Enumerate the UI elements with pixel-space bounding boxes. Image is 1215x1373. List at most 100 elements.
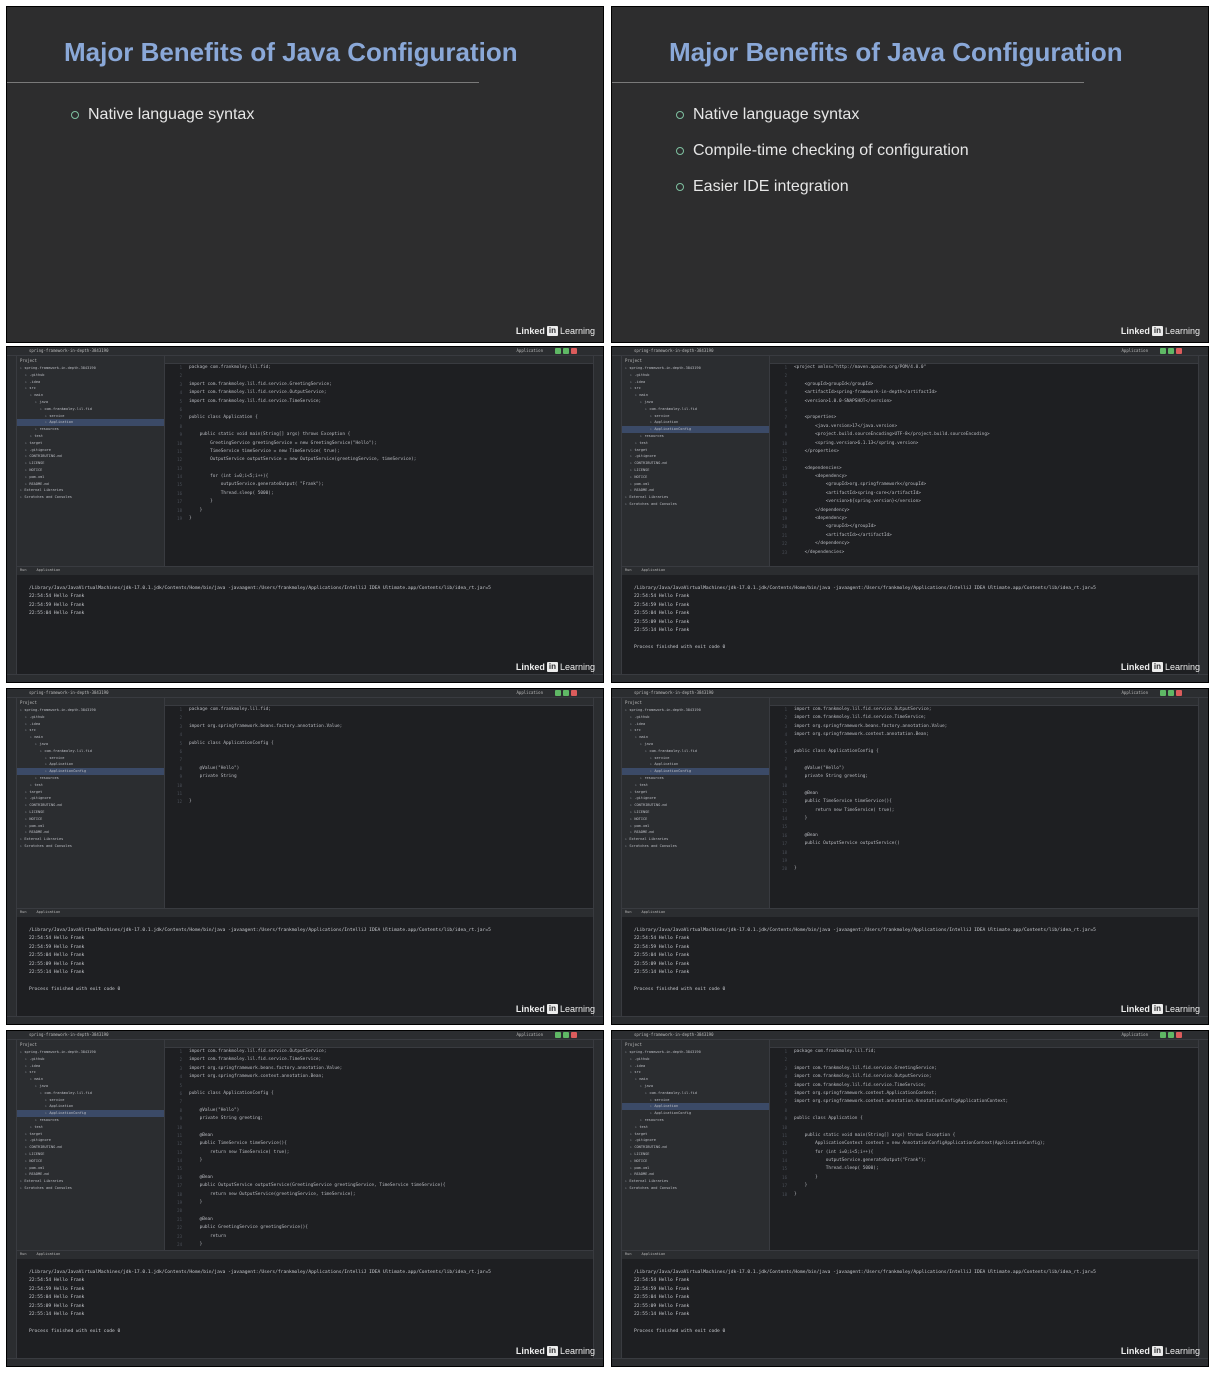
- run-config-selector[interactable]: Application: [517, 690, 544, 695]
- run-button-icon[interactable]: [1160, 348, 1166, 354]
- tree-item[interactable]: ▸ Scratches and Consoles: [17, 1185, 164, 1192]
- tree-item[interactable]: ▸ .idea: [622, 721, 769, 728]
- debug-button-icon[interactable]: [1168, 690, 1174, 696]
- tree-item[interactable]: ▸ target: [17, 440, 164, 447]
- tree-item[interactable]: ▸ README.md: [17, 829, 164, 836]
- tree-item[interactable]: ▸ test: [622, 782, 769, 789]
- tree-item[interactable]: ▸ .idea: [17, 379, 164, 386]
- tree-item[interactable]: ▸ java: [622, 741, 769, 748]
- tree-item[interactable]: ▸ External Libraries: [17, 487, 164, 494]
- tree-item[interactable]: ▸ test: [622, 1124, 769, 1131]
- tree-item[interactable]: ▸ test: [17, 782, 164, 789]
- tree-item[interactable]: ▸ LICENSE: [622, 1151, 769, 1158]
- tree-item[interactable]: ▸ LICENSE: [17, 460, 164, 467]
- code-editor[interactable]: 1 2 3 4 5 6 7 8 9 10 11 12 13 14 15 16 17 18 package com.f…: [770, 1048, 1198, 1250]
- tree-item[interactable]: ▸ com.frankmoley.lil.fid: [17, 748, 164, 755]
- right-tool-strip[interactable]: [1198, 356, 1208, 676]
- tree-item[interactable]: ▸ .idea: [17, 721, 164, 728]
- tree-item[interactable]: ▸ CONTRIBUTING.md: [622, 460, 769, 467]
- tree-item[interactable]: ▸ README.md: [622, 1171, 769, 1178]
- tree-item[interactable]: ▸ NOTICE: [622, 1158, 769, 1165]
- tree-item[interactable]: ▸ test: [17, 1124, 164, 1131]
- tree-item[interactable]: ▸ ApplicationConfig: [17, 768, 164, 775]
- debug-button-icon[interactable]: [563, 348, 569, 354]
- code-area[interactable]: package com.frankmoley.lil.fid; import co…: [189, 364, 593, 566]
- run-button-icon[interactable]: [555, 1032, 561, 1038]
- tree-item[interactable]: ▸ External Libraries: [17, 1178, 164, 1185]
- tree-item[interactable]: ▸ Scratches and Consoles: [17, 843, 164, 850]
- tree-item[interactable]: ▸ .gitignore: [622, 453, 769, 460]
- project-selector[interactable]: spring-framework-in-depth-3843190: [634, 690, 713, 695]
- run-tab[interactable]: Application: [37, 910, 61, 914]
- tree-item[interactable]: ▸ main: [17, 734, 164, 741]
- tree-item[interactable]: ▸ service: [17, 413, 164, 420]
- tree-item[interactable]: ▸ .idea: [622, 1063, 769, 1070]
- tree-item[interactable]: ▸ NOTICE: [17, 816, 164, 823]
- tree-item[interactable]: ▸ main: [17, 392, 164, 399]
- tree-item[interactable]: ▸ resources: [17, 426, 164, 433]
- tree-item[interactable]: ▸ java: [17, 1083, 164, 1090]
- stop-button-icon[interactable]: [571, 348, 577, 354]
- stop-button-icon[interactable]: [571, 1032, 577, 1038]
- right-tool-strip[interactable]: [593, 1040, 603, 1360]
- tree-item[interactable]: ▸ .github: [622, 714, 769, 721]
- run-button-icon[interactable]: [555, 690, 561, 696]
- run-config-selector[interactable]: Application: [1122, 1032, 1149, 1037]
- tree-item[interactable]: ▸ service: [17, 1097, 164, 1104]
- tree-item[interactable]: ▸ NOTICE: [17, 1158, 164, 1165]
- stop-button-icon[interactable]: [571, 690, 577, 696]
- right-tool-strip[interactable]: [593, 356, 603, 676]
- run-tab[interactable]: Application: [642, 568, 666, 572]
- tree-item[interactable]: ▸ Application: [17, 1103, 164, 1110]
- tree-item[interactable]: ▸ External Libraries: [17, 836, 164, 843]
- tree-item[interactable]: ▸ Application: [622, 1103, 769, 1111]
- tree-item[interactable]: ▸ CONTRIBUTING.md: [17, 802, 164, 809]
- run-config-selector[interactable]: Application: [1122, 690, 1149, 695]
- left-tool-strip[interactable]: [7, 356, 17, 676]
- tree-item[interactable]: ▸ resources: [622, 1117, 769, 1124]
- project-selector[interactable]: spring-framework-in-depth-3843190: [29, 1032, 108, 1037]
- tree-item[interactable]: ▸ spring-framework-in-depth-3843190: [622, 365, 769, 372]
- tree-item[interactable]: ▸ spring-framework-in-depth-3843190: [622, 1049, 769, 1056]
- run-config-selector[interactable]: Application: [517, 1032, 544, 1037]
- tree-item[interactable]: ▸ .idea: [17, 1063, 164, 1070]
- run-button-icon[interactable]: [1160, 690, 1166, 696]
- tree-item[interactable]: ▸ service: [622, 755, 769, 762]
- stop-button-icon[interactable]: [1176, 690, 1182, 696]
- tree-item[interactable]: ▸ .gitignore: [622, 1137, 769, 1144]
- tree-item[interactable]: ▸ .github: [622, 372, 769, 379]
- tree-item[interactable]: ▸ service: [622, 1097, 769, 1104]
- tree-item[interactable]: ▸ pom.xml: [17, 1165, 164, 1172]
- tree-item[interactable]: ▸ com.frankmoley.lil.fid: [622, 406, 769, 413]
- tree-item[interactable]: ▸ .idea: [622, 379, 769, 386]
- tree-item[interactable]: ▸ pom.xml: [622, 1165, 769, 1172]
- tree-item[interactable]: ▸ resources: [17, 775, 164, 782]
- tree-item[interactable]: ▸ java: [622, 399, 769, 406]
- tree-item[interactable]: ▸ spring-framework-in-depth-3843190: [17, 707, 164, 714]
- run-button-icon[interactable]: [1160, 1032, 1166, 1038]
- tree-item[interactable]: ▸ main: [622, 392, 769, 399]
- tree-item[interactable]: ▸ README.md: [17, 1171, 164, 1178]
- tree-item[interactable]: ▸ java: [622, 1083, 769, 1090]
- right-tool-strip[interactable]: [593, 698, 603, 1018]
- tree-item[interactable]: ▸ CONTRIBUTING.md: [622, 1144, 769, 1151]
- tree-item[interactable]: ▸ resources: [622, 433, 769, 440]
- tree-item[interactable]: ▸ .gitignore: [17, 795, 164, 802]
- tree-item[interactable]: ▸ pom.xml: [622, 823, 769, 830]
- tree-item[interactable]: ▸ test: [17, 433, 164, 440]
- code-area[interactable]: <project xmlns="http://maven.apache.org/…: [794, 364, 1198, 566]
- run-tab[interactable]: Application: [642, 1252, 666, 1256]
- run-button-icon[interactable]: [555, 348, 561, 354]
- tree-item[interactable]: ▸ ApplicationConfig: [622, 426, 769, 433]
- tree-item[interactable]: ▸ target: [622, 447, 769, 454]
- code-area[interactable]: package com.frankmoley.lil.fid; import co…: [794, 1048, 1198, 1250]
- tree-item[interactable]: ▸ java: [17, 741, 164, 748]
- tree-item[interactable]: ▸ Scratches and Consoles: [622, 843, 769, 850]
- tree-item[interactable]: ▸ README.md: [622, 829, 769, 836]
- tree-item[interactable]: ▸ pom.xml: [622, 481, 769, 488]
- tree-item[interactable]: ▸ External Libraries: [622, 836, 769, 843]
- tree-item[interactable]: ▸ LICENSE: [622, 809, 769, 816]
- left-tool-strip[interactable]: [7, 698, 17, 1018]
- debug-button-icon[interactable]: [1168, 1032, 1174, 1038]
- tree-item[interactable]: ▸ main: [17, 1076, 164, 1083]
